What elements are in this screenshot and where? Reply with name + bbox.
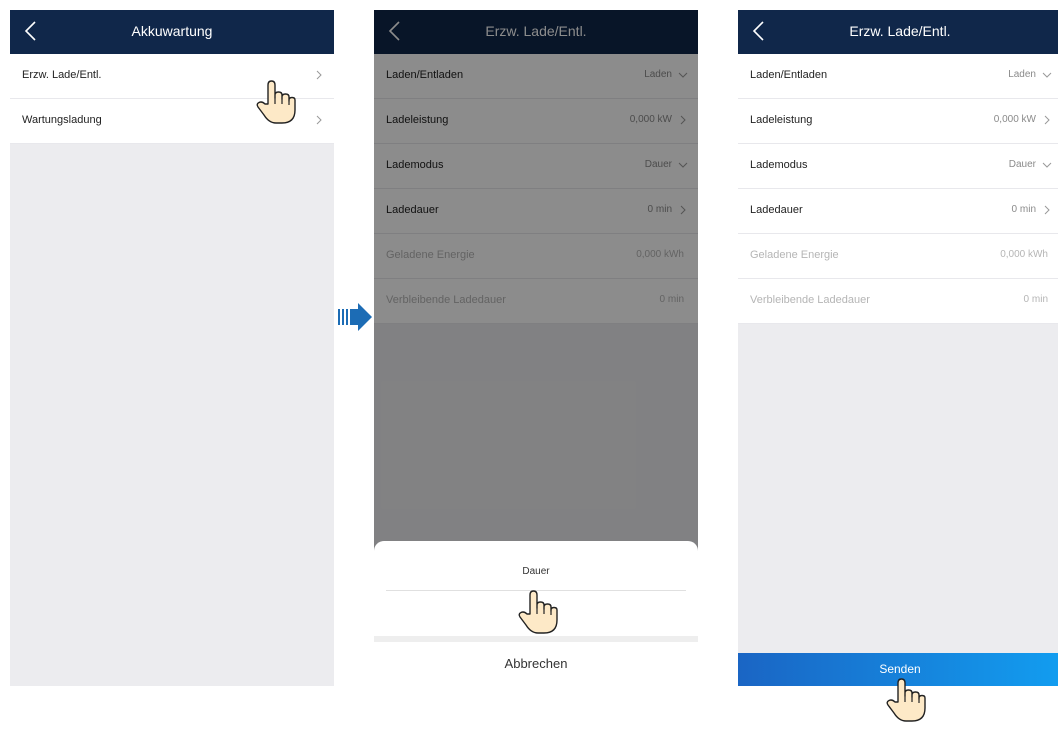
row-charge-power[interactable]: Ladeleistung 0,000 kW	[738, 99, 1058, 144]
cancel-button[interactable]: Abbrechen	[374, 642, 698, 686]
row-label: Verbleibende Ladedauer	[750, 294, 870, 306]
row-label: Geladene Energie	[750, 249, 839, 261]
pointing-hand-icon	[886, 678, 926, 722]
row-value: 0,000 kW	[993, 114, 1036, 125]
row-charged-energy: Geladene Energie 0,000 kWh	[738, 234, 1058, 279]
row-label: Lademodus	[750, 159, 808, 171]
row-value: Laden	[1008, 69, 1036, 80]
row-label: Ladeleistung	[750, 114, 813, 126]
menu-item-label: Erzw. Lade/Entl.	[22, 69, 102, 81]
chevron-down-icon	[1042, 72, 1052, 78]
arrow-right-icon	[338, 303, 372, 331]
row-label: Ladedauer	[750, 204, 803, 216]
row-value: Dauer	[1008, 159, 1036, 170]
menu-item-label: Wartungsladung	[22, 114, 102, 126]
settings-list: Laden/Entladen Laden Ladeleistung 0,000 …	[738, 54, 1058, 324]
pointing-hand-icon	[518, 590, 558, 634]
screen-forced-charge-result: Erzw. Lade/Entl. Laden/Entladen Laden La…	[738, 10, 1058, 686]
chevron-down-icon	[1042, 162, 1052, 168]
row-remaining-duration: Verbleibende Ladedauer 0 min	[738, 279, 1058, 324]
row-charge-duration[interactable]: Ladedauer 0 min	[738, 189, 1058, 234]
row-value: 0,000 kWh	[1000, 249, 1048, 260]
chevron-right-icon	[1044, 115, 1050, 125]
chevron-right-icon	[316, 115, 322, 125]
row-charge-mode[interactable]: Lademodus Dauer	[738, 144, 1058, 189]
pointing-hand-icon	[256, 80, 296, 124]
row-label: Laden/Entladen	[750, 69, 828, 81]
top-bar: Erzw. Lade/Entl.	[738, 10, 1058, 54]
page-title: Erzw. Lade/Entl.	[849, 23, 951, 39]
row-charge-discharge[interactable]: Laden/Entladen Laden	[738, 54, 1058, 99]
page-title: Akkuwartung	[131, 23, 213, 39]
row-value: 0 min	[1023, 294, 1048, 305]
sheet-option-dauer[interactable]: Dauer	[386, 541, 686, 591]
screen-forced-charge-picker: Erzw. Lade/Entl. Laden/Entladen Laden La…	[374, 10, 698, 686]
row-value: 0 min	[1011, 204, 1036, 215]
top-bar: Akkuwartung	[10, 10, 334, 54]
chevron-right-icon	[316, 70, 322, 80]
chevron-right-icon	[1044, 205, 1050, 215]
